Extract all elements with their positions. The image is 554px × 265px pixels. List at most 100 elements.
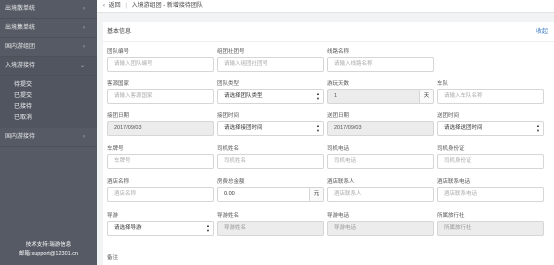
dropoff-time-select-value: 请选择送团时间	[444, 125, 483, 131]
chevron-left-icon: ‹	[83, 25, 85, 31]
nav-item-label: 国内游接待	[5, 134, 36, 140]
team-type-label: 团队类型	[217, 81, 240, 87]
dropoff-date-value: 2017/09/03	[334, 125, 362, 131]
plate-number-label: 车牌号	[107, 146, 124, 152]
pickup-time-select-value: 请选择接团时间	[224, 125, 263, 131]
fleet-group: 车队请输入车队名称	[437, 80, 544, 104]
hotel-contact-input[interactable]: 酒店联系人	[327, 187, 434, 202]
agency-label: 所属旅行社	[437, 213, 465, 219]
submenu-item-received[interactable]: 已接待	[0, 102, 97, 113]
route-name-placeholder: 请输入线路名称	[334, 61, 373, 67]
dropoff-time-select[interactable]: 请选择送团时间 ▲ ▼	[437, 121, 544, 136]
guide-select[interactable]: 请选择导游 ▲ ▼	[107, 221, 214, 236]
pickup-date-field: 2017/09/03	[107, 121, 214, 136]
back-icon[interactable]: ‹	[103, 3, 105, 9]
nav-item-domestic-reception[interactable]: 国内游接待 ‹	[0, 128, 97, 147]
support-email-text: 邮箱:support@12301.cn	[18, 251, 79, 257]
tour-days-label: 游玩天数	[327, 81, 350, 87]
route-name-group: 线路名称 请输入线路名称	[327, 48, 434, 72]
guide-phone-field: 导游电话	[327, 221, 434, 236]
pickup-time-group: 接团时间请选择接团时间 ▲ ▼	[217, 112, 324, 136]
pickup-time-select[interactable]: 请选择接团时间 ▲ ▼	[217, 121, 324, 136]
driver-name-label: 司机姓名	[217, 146, 240, 152]
hotel-name-label: 酒店名称	[107, 179, 130, 185]
dropoff-date-field: 2017/09/03	[327, 121, 434, 136]
fleet-placeholder: 请输入车队名称	[444, 93, 483, 99]
remark-label: 备注	[107, 255, 119, 261]
page-title: 入境游组团 - 新增接待团队	[131, 3, 203, 9]
team-number-input[interactable]: 请输入团队编号	[107, 57, 214, 72]
room-total-value: 0.00	[224, 191, 235, 197]
plate-number-input[interactable]: 车牌号	[107, 154, 214, 169]
collapse-button[interactable]: 收起	[536, 22, 548, 42]
source-country-label: 客源国家	[107, 81, 130, 87]
pickup-date-label: 接团日期	[107, 113, 130, 119]
source-country-input[interactable]: 请输入客源国家	[107, 89, 214, 104]
guide-name-placeholder: 导游姓名	[224, 225, 247, 231]
nav-item-label: 出境散单统	[5, 6, 36, 12]
fleet-label: 车队	[437, 81, 449, 87]
team-number-placeholder: 请输入团队编号	[114, 61, 153, 67]
tour-days-field: 1天	[327, 89, 434, 104]
nav-item-label: 入境游接待	[5, 63, 36, 69]
room-total-input[interactable]: 0.00 元	[217, 187, 324, 202]
room-total-label: 房费总金额	[217, 179, 245, 185]
guide-phone-group: 导游电话 导游电话	[327, 212, 434, 236]
driver-phone-group: 司机电话 司机电话	[327, 145, 434, 169]
guide-select-value: 请选择导游	[114, 225, 142, 231]
nav-item-domestic-group[interactable]: 国内游组团 ‹	[0, 38, 97, 57]
pickup-time-label: 接团时间	[217, 113, 240, 119]
nav-item-label: 国内游组团	[5, 44, 36, 50]
sidebar-footer: 技术支持:瑞游信息 邮箱:support@12301.cn	[0, 241, 97, 259]
hotel-name-input[interactable]: 酒店名称	[107, 187, 214, 202]
team-number-group: 团队编号 请输入团队编号	[107, 48, 214, 72]
room-total-unit: 元	[309, 188, 323, 201]
submenu-item-cancelled[interactable]: 已取消	[0, 113, 97, 124]
hotel-name-group: 酒店名称 酒店名称	[107, 178, 214, 202]
submenu-item-submitted[interactable]: 已提交	[0, 91, 97, 102]
driver-phone-placeholder: 司机电话	[334, 158, 357, 164]
hotel-name-placeholder: 酒店名称	[114, 191, 137, 197]
room-total-group: 房费总金额 0.00 元	[217, 178, 324, 202]
guide-name-group: 导游姓名 导游姓名	[217, 212, 324, 236]
organizer-group-number-input[interactable]: 请输入组团社团号	[217, 57, 324, 72]
dropoff-date-group: 送团日期 2017/09/03	[327, 112, 434, 136]
agency-placeholder: 所属旅行社	[444, 225, 472, 231]
nav-item-outbound-group[interactable]: 出境集单统 ‹	[0, 19, 97, 38]
fleet-input[interactable]: 请输入车队名称	[437, 89, 544, 104]
nav-item-inbound-reception[interactable]: 入境游接待 ⌄	[0, 57, 97, 76]
panel-header: 基本信息 收起	[103, 22, 554, 42]
driver-phone-input[interactable]: 司机电话	[327, 154, 434, 169]
select-arrows-icon: ▲ ▼	[206, 223, 210, 233]
guide-phone-label: 导游电话	[327, 213, 350, 219]
select-arrows-icon: ▲ ▼	[316, 91, 320, 101]
guide-name-field: 导游姓名	[217, 221, 324, 236]
hotel-contact-label: 酒店联系人	[327, 179, 355, 185]
team-type-select[interactable]: 请选择团队类型 ▲ ▼	[217, 89, 324, 104]
route-name-input[interactable]: 请输入线路名称	[327, 57, 434, 72]
tech-support-text: 技术支持:瑞游信息	[25, 242, 72, 248]
nav-item-outbound-scatter[interactable]: 出境散单统 ‹	[0, 0, 97, 19]
breadcrumb: ‹ 返回 | 入境游组团 - 新增接待团队	[97, 0, 554, 13]
guide-label: 导游	[107, 213, 119, 219]
tour-days-unit: 天	[419, 90, 433, 103]
hotel-phone-input[interactable]: 酒店联系电话	[437, 187, 544, 202]
tour-days-value: 1	[334, 93, 338, 99]
driver-name-group: 司机姓名 司机姓名	[217, 145, 324, 169]
dropoff-time-label: 送团时间	[437, 113, 460, 119]
back-link[interactable]: 返回	[109, 3, 121, 9]
agency-group: 所属旅行社 所属旅行社	[437, 212, 544, 236]
driver-id-group: 司机身份证 司机身份证	[437, 145, 544, 169]
hotel-phone-placeholder: 酒店联系电话	[444, 191, 478, 197]
team-type-group: 团队类型请选择团队类型 ▲ ▼	[217, 80, 324, 104]
driver-name-input[interactable]: 司机姓名	[217, 154, 324, 169]
team-type-select-value: 请选择团队类型	[224, 93, 263, 99]
plate-number-placeholder: 车牌号	[114, 158, 131, 164]
sidebar: 出境散单统 ‹ 出境集单统 ‹ 国内游组团 ‹ 入境游接待 ⌄ 待提交 已提交 …	[0, 0, 97, 265]
driver-id-label: 司机身份证	[437, 146, 465, 152]
chevron-left-icon: ‹	[83, 6, 85, 12]
driver-id-input[interactable]: 司机身份证	[437, 154, 544, 169]
select-arrows-icon: ▲ ▼	[316, 123, 320, 133]
submenu-item-pending[interactable]: 待提交	[0, 80, 97, 91]
hotel-contact-group: 酒店联系人 酒店联系人	[327, 178, 434, 202]
